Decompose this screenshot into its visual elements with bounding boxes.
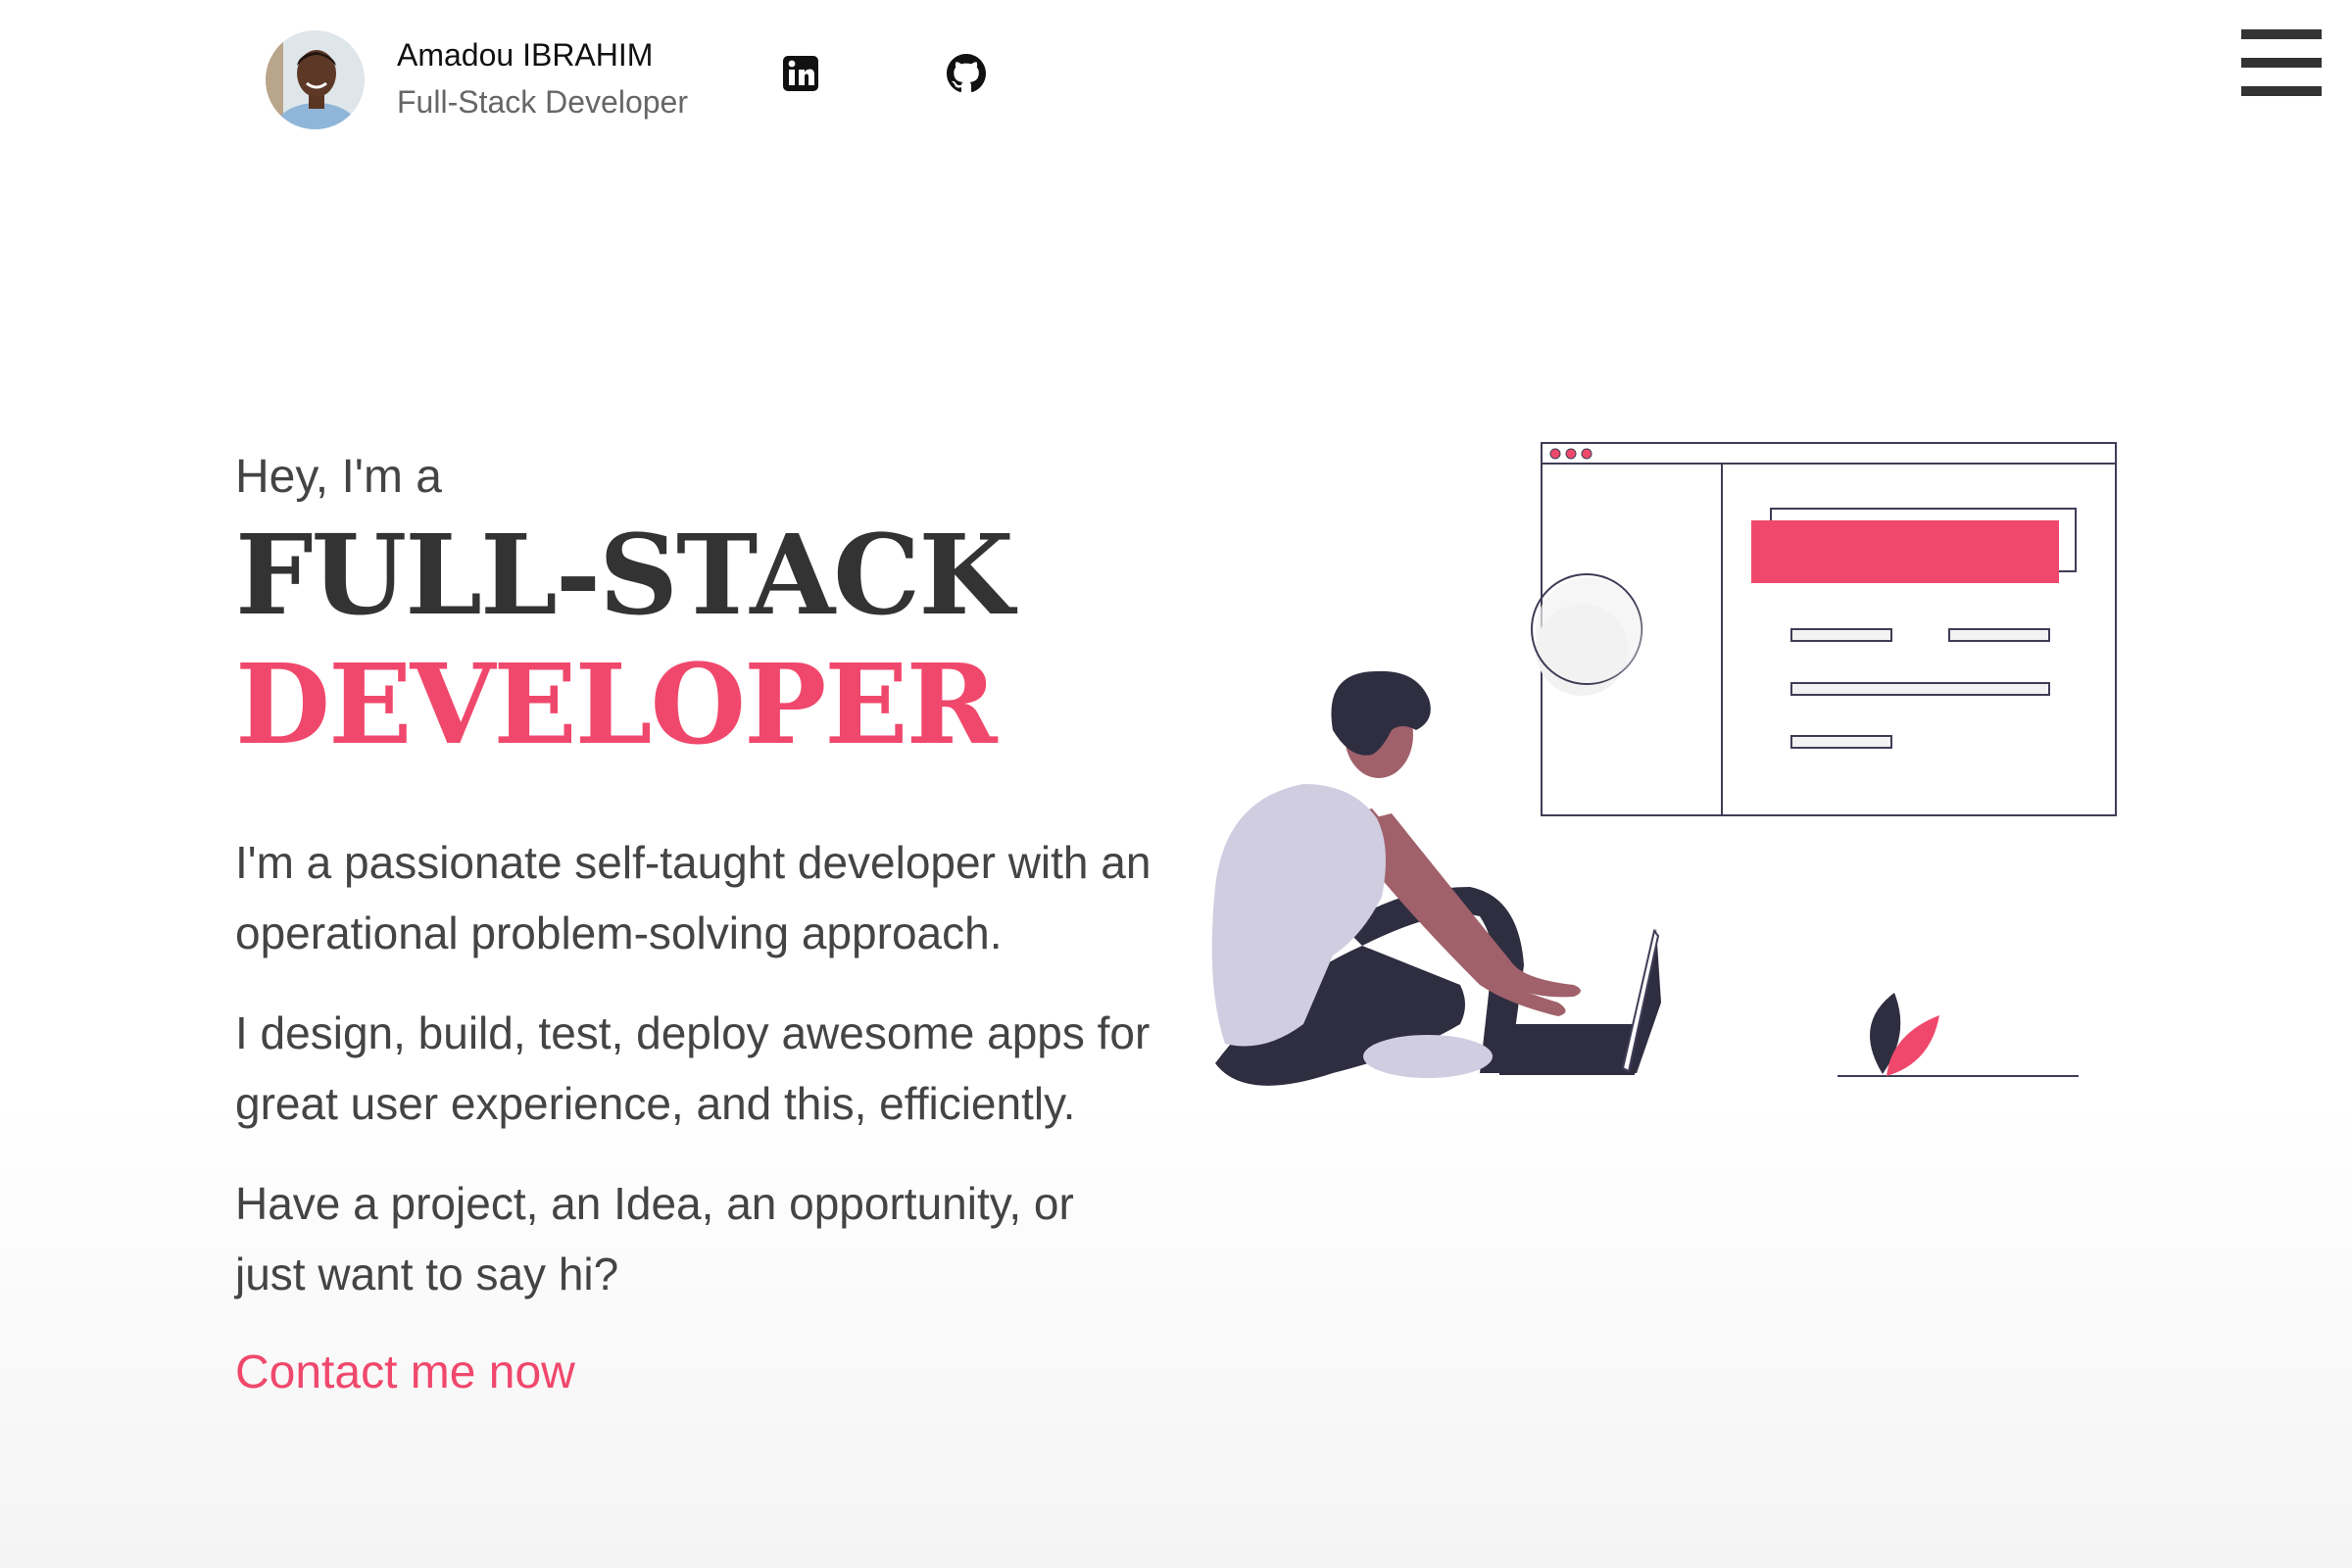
profile-role: Full-Stack Developer — [397, 83, 688, 120]
hamburger-menu-button[interactable] — [2241, 29, 2322, 96]
github-icon — [947, 54, 986, 93]
browser-window-graphic — [1531, 442, 2117, 816]
hero-paragraph: Have a project, an Idea, an opportunity,… — [235, 1178, 1074, 1299]
profile-name: Amadou IBRAHIM — [397, 36, 654, 73]
hero-greeting: Hey, I'm a — [235, 451, 442, 503]
hero-title: FULL-STACK DEVELOPER — [235, 512, 1156, 770]
github-link[interactable] — [947, 54, 986, 93]
linkedin-link[interactable] — [781, 54, 820, 93]
hero-section: Hey, I'm a FULL-STACK DEVELOPER I'm a pa… — [235, 443, 1156, 1407]
hero-title-line2: DEVELOPER — [235, 641, 998, 769]
linkedin-icon — [783, 56, 818, 91]
avatar-portrait — [266, 30, 365, 129]
developer-illustration — [1211, 442, 2117, 1086]
hamburger-bar — [2241, 58, 2322, 68]
hero-illustration — [1186, 436, 2127, 1102]
profile[interactable]: Amadou IBRAHIM Full-Stack Developer — [266, 30, 688, 129]
hero-description: I'm a passionate self-taught developer w… — [235, 827, 1156, 1309]
site-header: Amadou IBRAHIM Full-Stack Developer — [0, 0, 2352, 157]
contact-me-link[interactable]: Contact me now — [235, 1339, 575, 1407]
hamburger-bar — [2241, 86, 2322, 96]
hamburger-menu-icon — [2241, 29, 2322, 39]
hero-title-line1: FULL-STACK — [235, 512, 1014, 640]
hero-paragraph: I'm a passionate self-taught developer w… — [235, 837, 1152, 958]
avatar — [266, 30, 365, 129]
hero-paragraph: I design, build, test, deploy awesome ap… — [235, 1007, 1151, 1129]
plant-graphic — [1838, 993, 2079, 1077]
